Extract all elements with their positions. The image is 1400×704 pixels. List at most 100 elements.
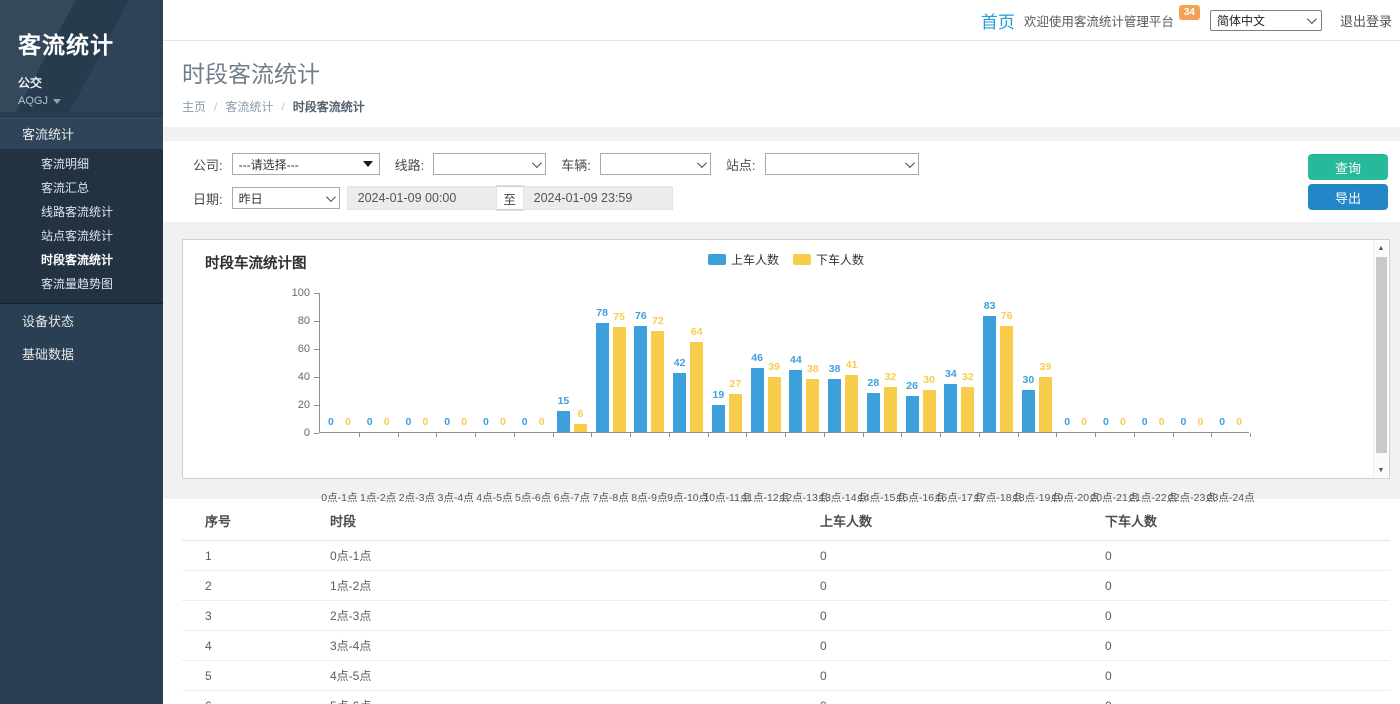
- bar: [651, 331, 664, 432]
- breadcrumb-item[interactable]: 客流统计: [225, 98, 273, 115]
- sidebar: 客流统计 公交 AQGJ 客流统计客流明细客流汇总线路客流统计站点客流统计时段客…: [0, 0, 163, 704]
- logout-link[interactable]: 退出登录: [1340, 11, 1392, 30]
- bar-value: 72: [652, 315, 664, 327]
- bar: [944, 384, 957, 432]
- bar-value: 0: [1064, 416, 1070, 428]
- bar: [596, 323, 609, 432]
- table-cell: 1点-2点: [307, 571, 797, 601]
- bar-value: 0: [500, 416, 506, 428]
- sidebar-item[interactable]: 客流量趋势图: [0, 272, 163, 296]
- table-column-header: 时段: [307, 499, 797, 541]
- x-axis-label: 1点-2点: [360, 490, 396, 505]
- date-to-input[interactable]: [523, 186, 673, 210]
- bar: [961, 387, 974, 432]
- date-from-input[interactable]: [347, 186, 497, 210]
- table-row: 10点-1点00: [182, 541, 1390, 571]
- legend-swatch: [793, 254, 811, 265]
- x-axis-label: 23点-24点: [1207, 490, 1255, 505]
- table-row: 65点-6点00: [182, 691, 1390, 704]
- y-axis-tick: [314, 405, 319, 406]
- y-axis-label: 20: [280, 399, 310, 411]
- sidebar-item[interactable]: 客流统计: [0, 118, 163, 149]
- legend-swatch: [708, 254, 726, 265]
- bar-value: 32: [962, 371, 974, 383]
- sidebar-item[interactable]: 线路客流统计: [0, 200, 163, 224]
- notification-badge[interactable]: 34: [1179, 5, 1200, 20]
- filter-row-2: 日期: 昨日 至: [193, 186, 1280, 210]
- table-cell: 0: [797, 661, 1082, 691]
- table-cell: 0: [1082, 571, 1390, 601]
- company-label: 公司:: [193, 155, 223, 174]
- breadcrumb-separator: /: [214, 100, 217, 114]
- x-axis-tick: [1134, 433, 1135, 437]
- vehicle-select[interactable]: [600, 153, 711, 175]
- bar: [845, 375, 858, 432]
- y-axis-tick: [314, 377, 319, 378]
- x-axis-tick: [669, 433, 670, 437]
- bar-value: 78: [596, 307, 608, 319]
- table-cell: 0: [1082, 541, 1390, 571]
- bar-value: 0: [422, 416, 428, 428]
- table-cell: 0: [1082, 601, 1390, 631]
- chevron-down-icon: [697, 158, 707, 168]
- legend-item[interactable]: 下车人数: [793, 251, 864, 268]
- x-axis-tick: [746, 433, 747, 437]
- scroll-up-icon[interactable]: ▲: [1374, 241, 1388, 255]
- x-axis-tick: [824, 433, 825, 437]
- bar: [806, 379, 819, 432]
- scrollbar-thumb[interactable]: [1376, 257, 1387, 453]
- x-axis-tick: [785, 433, 786, 437]
- sidebar-item[interactable]: 设备状态: [0, 306, 163, 337]
- bar: [634, 326, 647, 432]
- company-select[interactable]: ---请选择---: [232, 153, 380, 175]
- sidebar-item[interactable]: 站点客流统计: [0, 224, 163, 248]
- chart-scrollbar[interactable]: ▲ ▼: [1373, 241, 1388, 477]
- x-axis-label: 4点-5点: [476, 490, 512, 505]
- sidebar-item[interactable]: 客流明细: [0, 152, 163, 176]
- scroll-down-icon[interactable]: ▼: [1374, 463, 1388, 477]
- sidebar-item[interactable]: 时段客流统计: [0, 248, 163, 272]
- date-label: 日期:: [193, 189, 223, 208]
- bar: [574, 424, 587, 432]
- line-select[interactable]: [433, 153, 546, 175]
- export-button[interactable]: 导出: [1308, 184, 1388, 210]
- y-axis-label: 100: [280, 287, 310, 299]
- date-preset-value: 昨日: [239, 190, 263, 207]
- legend-item[interactable]: 上车人数: [708, 251, 779, 268]
- welcome-text: 欢迎使用客流统计管理平台: [1024, 11, 1174, 30]
- table-row: 54点-5点00: [182, 661, 1390, 691]
- y-axis-label: 40: [280, 371, 310, 383]
- search-button[interactable]: 查询: [1308, 154, 1388, 180]
- table-cell: 0: [797, 601, 1082, 631]
- bar-value: 0: [1159, 416, 1165, 428]
- account-dropdown[interactable]: AQGJ: [18, 95, 145, 107]
- breadcrumb-item[interactable]: 主页: [182, 98, 206, 115]
- bar-value: 0: [1081, 416, 1087, 428]
- bar-value: 38: [807, 363, 819, 375]
- y-axis-label: 80: [280, 315, 310, 327]
- language-select[interactable]: 简体中文: [1210, 10, 1322, 31]
- table-cell: 0: [1082, 691, 1390, 704]
- bar-value: 38: [829, 363, 841, 375]
- bar-chart: 020406080100000点-1点001点-2点002点-3点003点-4点…: [319, 293, 1249, 433]
- bar-value: 0: [444, 416, 450, 428]
- sidebar-item[interactable]: 基础数据: [0, 339, 163, 370]
- x-axis-tick: [1173, 433, 1174, 437]
- breadcrumb-separator: /: [281, 100, 284, 114]
- x-axis-tick: [359, 433, 360, 437]
- bar: [729, 394, 742, 432]
- x-axis-tick: [630, 433, 631, 437]
- bar-value: 19: [713, 389, 725, 401]
- bar-value: 64: [691, 326, 703, 338]
- chevron-down-icon: [532, 158, 542, 168]
- station-select[interactable]: [765, 153, 919, 175]
- home-link[interactable]: 首页: [981, 8, 1015, 33]
- date-preset-select[interactable]: 昨日: [232, 187, 340, 209]
- bar-value: 0: [328, 416, 334, 428]
- language-value: 简体中文: [1217, 12, 1265, 29]
- table-cell: 0: [797, 571, 1082, 601]
- sidebar-item[interactable]: 客流汇总: [0, 176, 163, 200]
- bar-value: 27: [730, 378, 742, 390]
- breadcrumb-item: 时段客流统计: [293, 98, 365, 115]
- bar-value: 0: [522, 416, 528, 428]
